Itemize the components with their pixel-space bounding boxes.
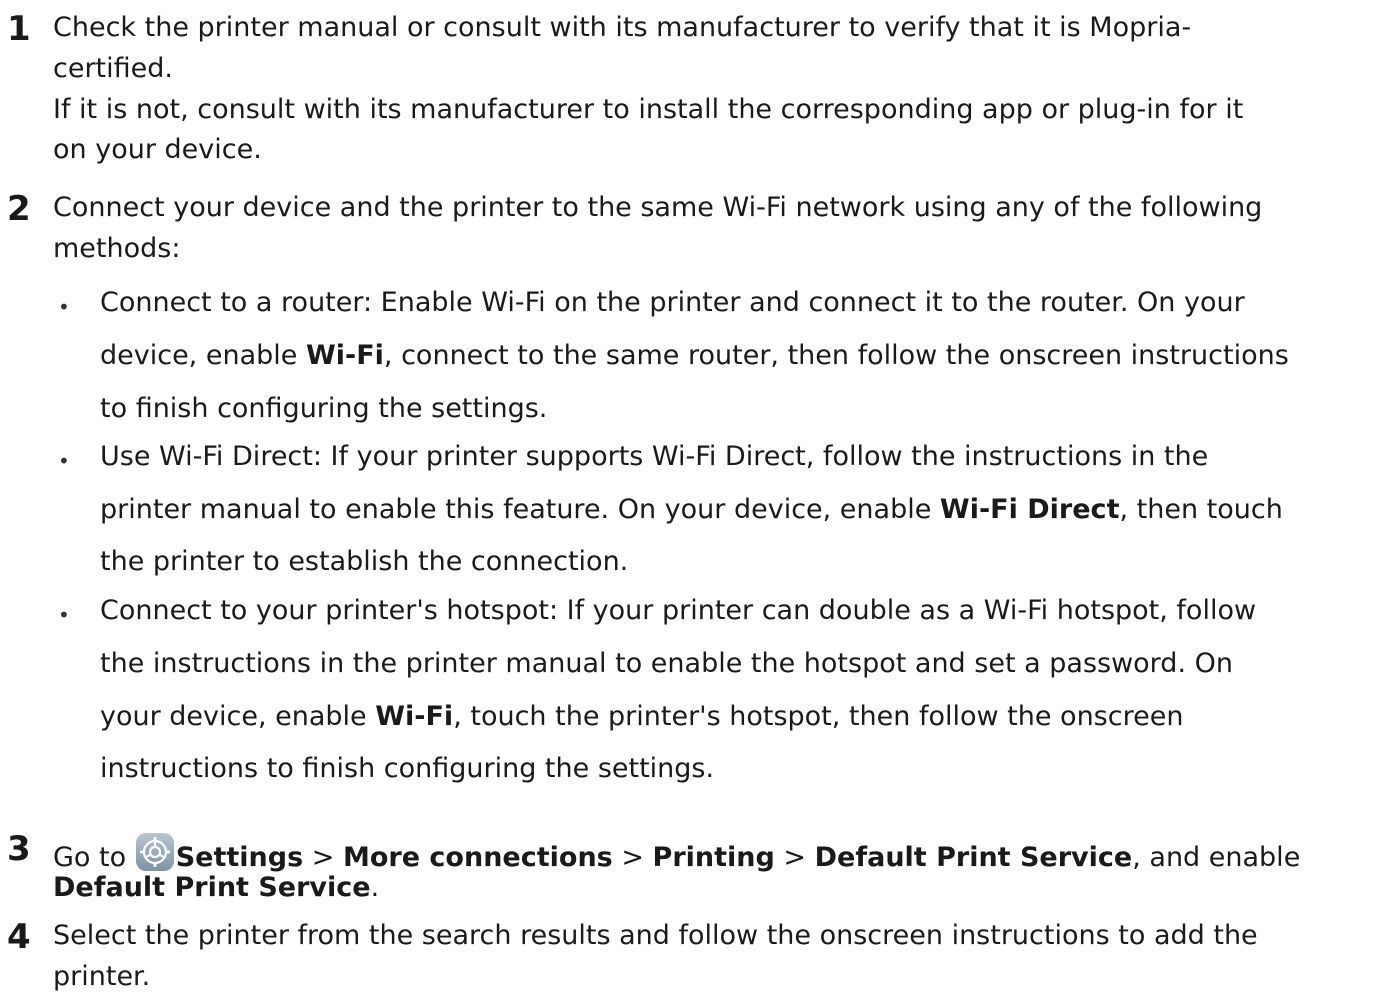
bullet-text-line: the printer to establish the connection. (100, 546, 629, 577)
step-text-line: methods: (53, 233, 181, 264)
step-text-line: Connect your device and the printer to t… (53, 192, 1263, 223)
bold-term: Printing (652, 842, 775, 873)
bullet-glyph: • (58, 449, 70, 473)
bold-term: Wi-Fi Direct (939, 494, 1120, 525)
bold-term: Wi-Fi (305, 340, 384, 371)
bullet-text-line: to finish configuring the settings. (100, 393, 548, 424)
step-text-line: Go to Settings > More connections > Prin… (53, 832, 1300, 875)
bullet-text-line: Connect to your printer's hotspot: If yo… (100, 595, 1257, 626)
step-text-line: on your device. (53, 134, 262, 165)
bold-term: Default Print Service (814, 842, 1133, 873)
bullet-text-line: Connect to a router: Enable Wi-Fi on the… (100, 287, 1245, 318)
step-text-line: Check the printer manual or consult with… (53, 12, 1192, 43)
bullet-text-line: Use Wi-Fi Direct: If your printer suppor… (100, 441, 1209, 472)
bold-term: Settings (175, 842, 304, 873)
settings-gear-icon (135, 832, 175, 872)
step-number: 4 (7, 917, 31, 957)
bold-term: More connections (342, 842, 613, 873)
bullet-text-line: your device, enable Wi-Fi, touch the pri… (100, 701, 1184, 732)
bullet-text-line: the instructions in the printer manual t… (100, 648, 1233, 679)
bullet-text-line: device, enable Wi-Fi, connect to the sam… (100, 340, 1289, 371)
bullet-text-line: printer manual to enable this feature. O… (100, 494, 1283, 525)
step-number: 3 (7, 829, 31, 869)
bullet-text-line: instructions to finish configuring the s… (100, 753, 715, 784)
bullet-glyph: • (58, 603, 70, 627)
bold-term: Default Print Service (53, 872, 371, 903)
step-text-line: If it is not, consult with its manufactu… (53, 94, 1244, 125)
bullet-glyph: • (58, 295, 70, 319)
step-text-line: Select the printer from the search resul… (53, 920, 1258, 951)
bold-term: Wi-Fi (375, 701, 454, 732)
step-number: 1 (7, 9, 31, 49)
step-text-line: certified. (53, 53, 173, 84)
step-number: 2 (7, 189, 31, 229)
step-text-line: Default Print Service. (53, 872, 380, 903)
step-text-line: printer. (53, 961, 151, 992)
